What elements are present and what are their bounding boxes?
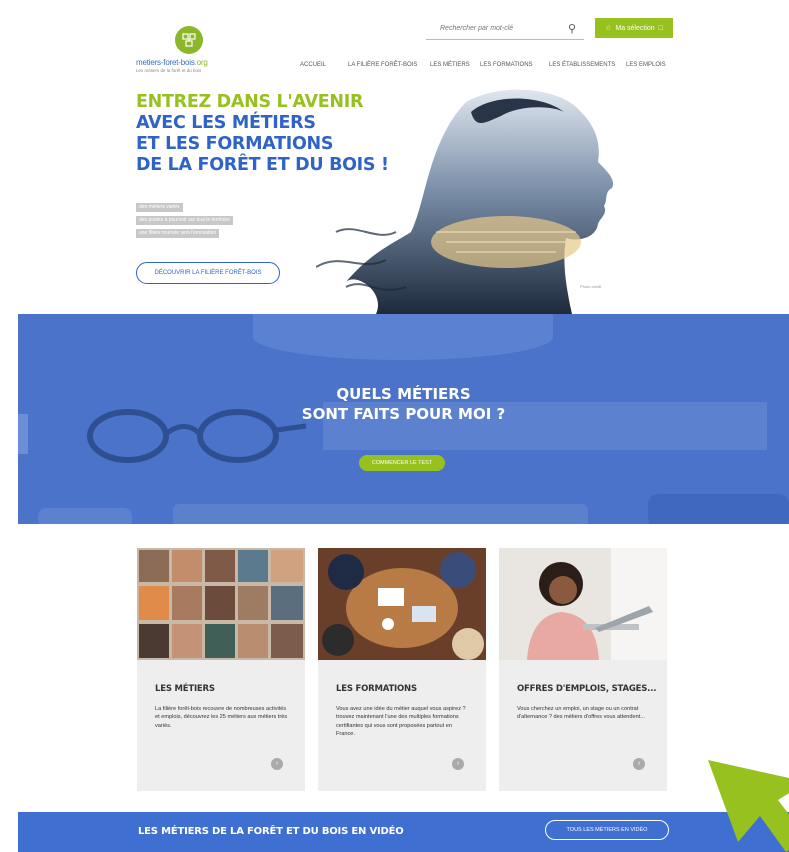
nav-item-metiers[interactable]: Les métiers xyxy=(430,62,470,68)
quiz-title-line-2: SONT FAITS POUR MOI ? xyxy=(301,405,506,423)
nav-item-formations[interactable]: Les formations xyxy=(480,62,533,68)
card-image-woman-laptop xyxy=(499,548,667,660)
main-nav: Accueil La filière forêt-bois Les métier… xyxy=(18,62,789,76)
card-image-students xyxy=(318,548,486,660)
search-input[interactable]: Rechercher par mot-clé ⚲ xyxy=(426,18,584,40)
band-deco xyxy=(38,508,132,524)
quiz-title-line-1: QUELS MÉTIERS xyxy=(336,385,471,403)
nav-item-etablissements[interactable]: Les établissements xyxy=(549,62,615,68)
band-deco xyxy=(173,504,588,524)
hero-chip: des postes à pourvoir sur tout le territ… xyxy=(136,216,233,225)
hero-chip: des métiers variés xyxy=(136,203,183,212)
selection-label: Ma sélection xyxy=(615,24,655,32)
bookmark-count-icon: □ xyxy=(658,24,663,32)
card-image-faces xyxy=(137,548,305,660)
card-text: Vous cherchez un emploi, un stage ou un … xyxy=(517,706,645,721)
card-title: OFFRES D'EMPLOIS, STAGES... xyxy=(517,684,657,694)
card-text: La filière forêt-bois recouvre de nombre… xyxy=(155,706,288,729)
card-title: LES MÉTIERS xyxy=(155,684,215,694)
arrow-cursor-icon xyxy=(708,760,789,852)
nav-item-filiere[interactable]: La filière forêt-bois xyxy=(348,62,417,68)
band-deco xyxy=(648,494,789,524)
bookmark-icon: ☆ xyxy=(605,25,612,32)
arrow-right-circle-icon[interactable]: › xyxy=(633,758,645,770)
nav-item-accueil[interactable]: Accueil xyxy=(300,62,326,68)
start-test-button[interactable]: COMMENCER LE TEST xyxy=(359,455,445,471)
hero-profile-image xyxy=(316,89,614,314)
discover-filiere-button[interactable]: DÉCOUVRIR LA FILIÈRE FORÊT-BOIS xyxy=(136,262,280,284)
arrow-right-circle-icon[interactable]: › xyxy=(452,758,464,770)
search-placeholder: Rechercher par mot-clé xyxy=(440,25,514,32)
all-videos-button[interactable]: TOUS LES MÉTIERS EN VIDÉO xyxy=(545,820,669,840)
card-formations[interactable]: LES FORMATIONS Vous avez une idée du mét… xyxy=(318,548,486,791)
card-metiers[interactable]: LES MÉTIERS La filière forêt-bois recouv… xyxy=(137,548,305,791)
search-icon[interactable]: ⚲ xyxy=(568,22,584,35)
page-frame: Rechercher par mot-clé ⚲ ☆ Ma sélection … xyxy=(18,0,789,852)
logo-mark-icon xyxy=(175,26,203,54)
hero-chip: une filière tournée vers l'innovation xyxy=(136,229,220,238)
arrow-right-circle-icon[interactable]: › xyxy=(271,758,283,770)
band-deco xyxy=(253,314,553,360)
card-text: Vous avez une idée du métier auquel vous… xyxy=(336,706,466,738)
selection-button[interactable]: ☆ Ma sélection □ xyxy=(595,18,673,38)
card-title: LES FORMATIONS xyxy=(336,684,417,694)
card-emplois[interactable]: OFFRES D'EMPLOIS, STAGES... Vous cherche… xyxy=(499,548,667,791)
video-band-title: LES MÉTIERS DE LA FORÊT ET DU BOIS EN VI… xyxy=(138,826,404,837)
nav-item-emplois[interactable]: Les emplois xyxy=(626,62,666,68)
photo-credit: Photo credit xyxy=(580,284,602,289)
